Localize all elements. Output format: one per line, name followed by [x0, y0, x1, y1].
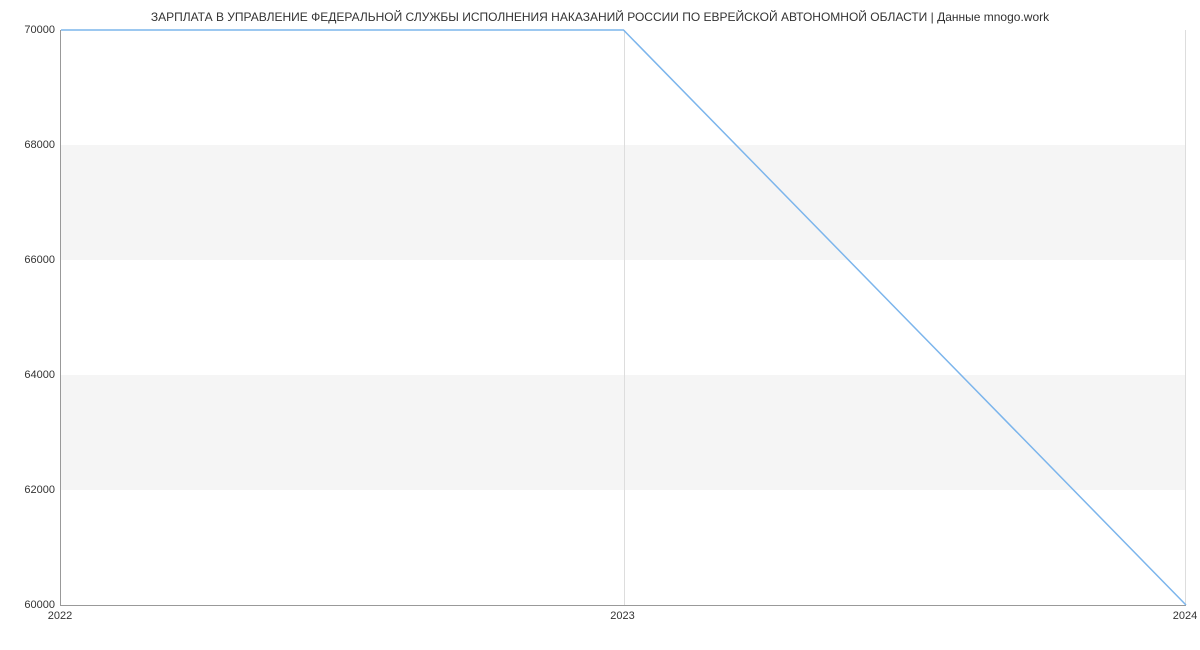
data-line: [61, 30, 1186, 605]
y-tick-label: 64000: [24, 369, 55, 381]
x-tick-label: 2023: [610, 610, 634, 622]
x-tick-label: 2022: [48, 610, 72, 622]
y-tick-label: 68000: [24, 139, 55, 151]
chart-title: ЗАРПЛАТА В УПРАВЛЕНИЕ ФЕДЕРАЛЬНОЙ СЛУЖБЫ…: [0, 10, 1200, 24]
y-tick-label: 66000: [24, 254, 55, 266]
plot-area: [60, 30, 1186, 606]
y-tick-label: 62000: [24, 484, 55, 496]
x-tick-label: 2024: [1173, 610, 1197, 622]
y-tick-label: 70000: [24, 24, 55, 36]
